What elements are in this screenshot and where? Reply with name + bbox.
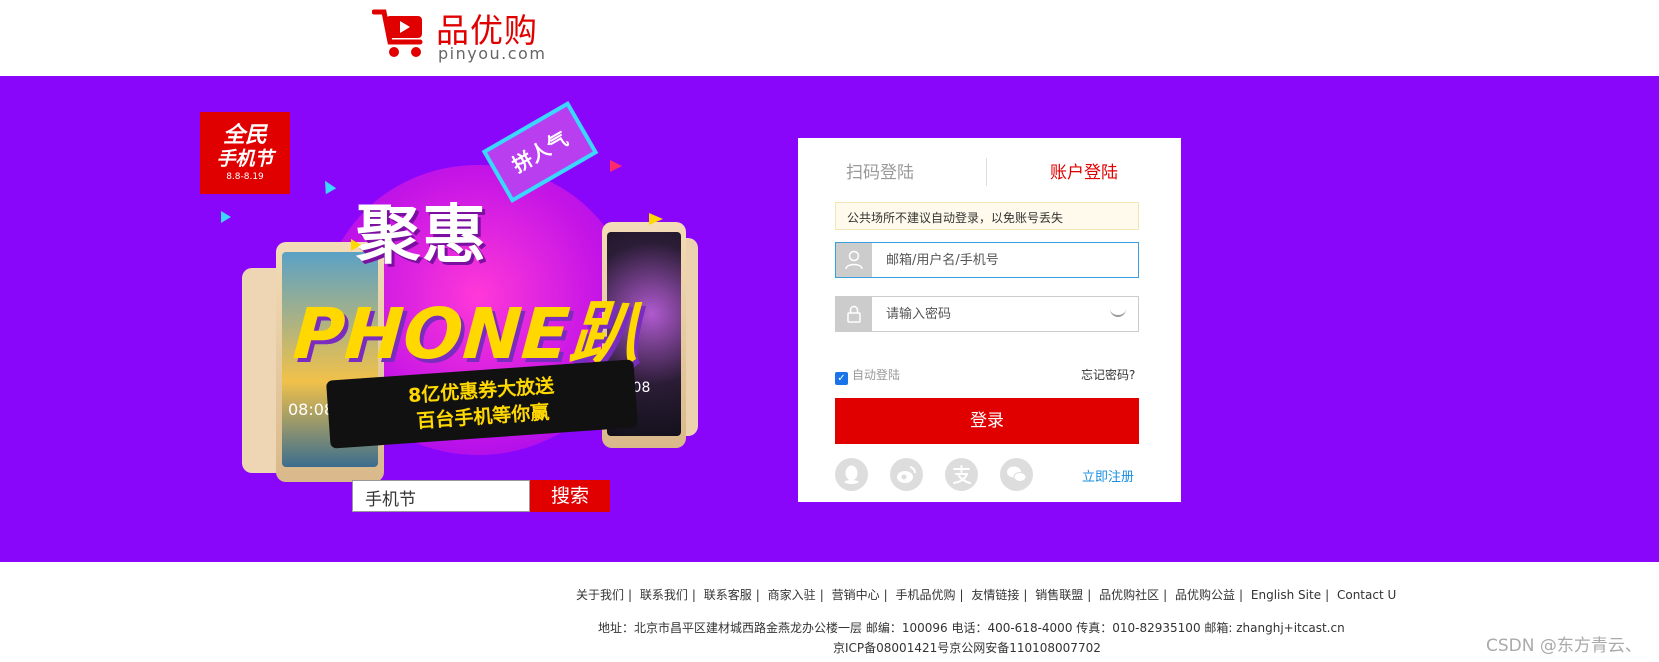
search-input[interactable]: 手机节	[352, 480, 530, 512]
wechat-login[interactable]	[1000, 458, 1033, 491]
hero-banner: 08:08 10:08 拼人气 聚惠 PHONE趴 8亿优惠券大放送 百台手机等…	[0, 76, 1659, 562]
username-field	[835, 242, 1139, 278]
deco-triangle	[610, 160, 622, 172]
footer-link[interactable]: 商家入驻	[768, 588, 816, 602]
footer-link[interactable]: 联系我们	[640, 588, 688, 602]
footer-link[interactable]: Contact U	[1337, 588, 1396, 602]
deco-triangle	[649, 213, 663, 225]
badge-line1: 全民	[222, 123, 267, 148]
footer-link[interactable]: 手机品优购	[895, 588, 955, 602]
footer-link[interactable]: 友情链接	[971, 588, 1019, 602]
promo-image: 08:08 10:08 拼人气 聚惠 PHONE趴 8亿优惠券大放送 百台手机等…	[190, 100, 770, 482]
qq-icon	[844, 465, 859, 484]
username-input[interactable]	[872, 243, 1138, 277]
auto-login-label: 自动登陆	[852, 368, 901, 382]
footer-link[interactable]: 联系客服	[704, 588, 752, 602]
register-link[interactable]: 立即注册	[1082, 466, 1134, 485]
login-button[interactable]: 登录	[835, 398, 1139, 444]
password-field	[835, 296, 1139, 332]
user-icon	[836, 243, 872, 277]
auto-login-option[interactable]: ✓ 自动登陆	[835, 366, 900, 385]
password-input[interactable]	[872, 297, 1138, 331]
deco-triangle	[351, 239, 361, 251]
auto-login-checkbox[interactable]: ✓	[835, 372, 848, 385]
badge-line3: 8.8-8.19	[226, 172, 264, 182]
login-tabs: 扫码登陆 账户登陆	[798, 138, 1181, 202]
footer-address: 地址：北京市昌平区建材城西路金燕龙办公楼一层 邮编：100096 电话：400-…	[598, 621, 1345, 635]
footer-link[interactable]: 关于我们	[576, 588, 624, 602]
tab-qr-login[interactable]: 扫码登陆	[846, 158, 914, 183]
deco-triangle	[221, 211, 231, 223]
promo-headline-cn: 聚惠	[356, 199, 488, 273]
site-header: 品优购 pinyou.com	[0, 0, 1659, 76]
weibo-icon	[897, 466, 917, 483]
footer-link[interactable]: 销售联盟	[1035, 588, 1083, 602]
footer-link[interactable]: 营销中心	[832, 588, 880, 602]
site-footer: 关于我们 | 联系我们 | 联系客服 | 商家入驻 | 营销中心 | 手机品优购 | 友情链…	[0, 562, 1659, 662]
footer-icp: 京ICP备08001421号京公网安备110108007702	[833, 641, 1101, 655]
tab-account-login[interactable]: 账户登陆	[1050, 158, 1118, 183]
shopping-cart-icon	[372, 9, 423, 57]
badge-line2: 手机节	[216, 148, 274, 170]
footer-link[interactable]: 品优购公益	[1175, 588, 1235, 602]
qq-login[interactable]	[835, 458, 868, 491]
footer-link[interactable]: 品优购社区	[1099, 588, 1159, 602]
alipay-login[interactable]	[945, 458, 978, 491]
weibo-login[interactable]	[890, 458, 923, 491]
search-button[interactable]: 搜索	[530, 480, 610, 512]
site-logo[interactable]: 品优购 pinyou.com	[372, 4, 552, 64]
forgot-password-link[interactable]: 忘记密码?	[1081, 366, 1135, 383]
wechat-icon	[1007, 466, 1027, 482]
banner-search: 手机节 搜索	[352, 480, 610, 512]
csdn-watermark: CSDN @东方青云、	[1486, 636, 1642, 656]
lock-icon	[836, 297, 872, 331]
alipay-icon	[953, 465, 971, 484]
footer-links: 关于我们 | 联系我们 | 联系客服 | 商家入驻 | 营销中心 | 手机品优购 | 友情链…	[576, 588, 1397, 602]
tab-divider	[986, 158, 987, 186]
promo-badge: 全民 手机节 8.8-8.19	[200, 112, 290, 194]
deco-triangle	[319, 177, 337, 195]
login-panel: 扫码登陆 账户登陆 公共场所不建议自动登录，以免账号丢失 邮箱/用户名/手机号 …	[798, 138, 1181, 502]
footer-link[interactable]: English Site	[1251, 588, 1321, 602]
logo-subtitle: pinyou.com	[438, 44, 547, 63]
security-notice: 公共场所不建议自动登录，以免账号丢失	[835, 202, 1139, 230]
